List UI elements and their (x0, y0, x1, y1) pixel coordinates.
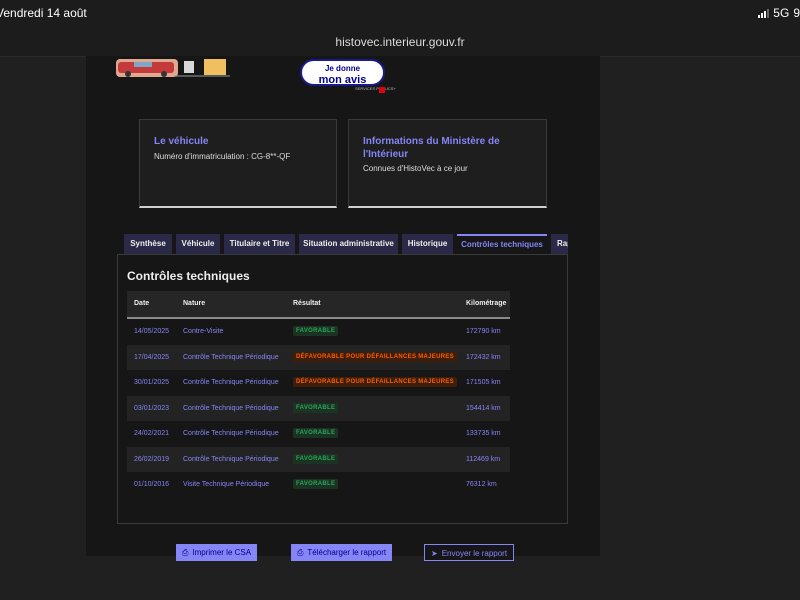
feedback-sublabel: SERVICES PUBLICS+ (355, 86, 396, 91)
result-badge: FAVORABLE (293, 402, 339, 413)
table-row: 01/10/2016 Visite Technique Périodique FAV… (127, 472, 510, 498)
tab-titulaire[interactable]: Titulaire et Titre (224, 234, 295, 254)
row-date: 24/02/2021 (134, 430, 170, 437)
status-time: Vendredi 14 août (0, 6, 87, 20)
print-button[interactable]: ⎙ Imprimer le CSA (176, 544, 258, 561)
row-nature: Contrôle Technique Périodique (183, 379, 279, 386)
send-icon: ➤ (431, 549, 438, 558)
row-nature: Contre-Visite (183, 328, 224, 335)
print-label: Imprimer le CSA (192, 548, 252, 557)
tab-historique[interactable]: Historique (402, 234, 453, 254)
status-bar: Vendredi 14 août 5G 9 (0, 0, 800, 26)
result-badge: FAVORABLE (293, 326, 339, 336)
vehicle-card: Le véhicule Numéro d'immatriculation : C… (139, 119, 337, 208)
address-bar[interactable]: histovec.interieur.gouv.fr (0, 26, 800, 57)
tab-rapport[interactable]: Rapport (551, 234, 568, 254)
table-header: Date Nature Résultat Kilométrage (127, 291, 510, 319)
table-row: 30/01/2025 Contrôle Technique Périodique D… (127, 370, 510, 396)
row-date: 03/01/2023 (134, 404, 170, 412)
table-row: 17/04/2025 Contrôle Technique Périodique D… (127, 344, 510, 370)
ministry-card-title: Informations du Ministère de l'Intérieur (363, 135, 500, 161)
row-nature: Contrôle Technique Périodique (183, 404, 279, 412)
row-mileage: 76312 km (466, 481, 497, 488)
tab-vehicule[interactable]: Véhicule (176, 234, 220, 254)
row-nature: Contrôle Technique Périodique (183, 455, 279, 463)
header-date: Date (134, 300, 150, 307)
table-row: 26/02/2019 Contrôle Technique Périodique F… (127, 446, 510, 472)
row-date: 14/05/2025 (134, 328, 170, 335)
tab-situation[interactable]: Situation administrative (299, 234, 398, 254)
tab-controles[interactable]: Contrôles techniques (457, 234, 547, 254)
header-result: Résultat (293, 300, 321, 307)
send-label: Envoyer le rapport (441, 549, 508, 558)
send-button[interactable]: ➤ Envoyer le rapport (424, 544, 515, 561)
printer-icon: ⎙ (182, 548, 189, 557)
feedback-line1: Je donne (324, 64, 361, 73)
feedback-line2: mon avis (318, 74, 367, 86)
download-button[interactable]: ⎙ Télécharger le rapport (291, 544, 393, 561)
row-date: 01/10/2016 (134, 481, 170, 488)
download-label: Télécharger le rapport (307, 548, 387, 557)
row-date: 17/04/2025 (134, 353, 170, 361)
row-nature: Contrôle Technique Périodique (183, 353, 279, 361)
ministry-card: Informations du Ministère de l'Intérieur… (348, 119, 547, 208)
result-badge: FAVORABLE (293, 428, 339, 438)
header-mileage: Kilométrage (466, 300, 507, 307)
network-label: 5G (773, 6, 790, 20)
row-mileage: 172432 km (466, 353, 501, 361)
ministry-card-text: Connues d'HistoVec à ce jour (363, 164, 468, 173)
row-date: 26/02/2019 (134, 455, 170, 463)
result-badge: FAVORABLE (293, 479, 339, 489)
table-row: 24/02/2021 Contrôle Technique Périodique F… (127, 421, 510, 447)
signal-icon (758, 8, 770, 18)
car-illustration (116, 59, 230, 77)
row-mileage: 112469 km (466, 455, 501, 463)
ministry-title-line2: l'Intérieur (363, 149, 409, 160)
status-right: 5G 9 (758, 6, 800, 20)
result-badge: DÉFAVORABLE POUR DÉFAILLANCES MAJEURES (293, 351, 457, 362)
url-text[interactable]: histovec.interieur.gouv.fr (0, 35, 800, 49)
ministry-title-line1: Informations du Ministère de (363, 136, 500, 147)
tab-synthese[interactable]: Synthèse (124, 234, 172, 254)
section-title: Contrôles techniques (127, 269, 250, 283)
header-nature: Nature (183, 300, 206, 307)
table-row: 14/05/2025 Contre-Visite FAVORABLE 172790 k… (127, 319, 510, 345)
feedback-button[interactable]: Je donne mon avis (300, 59, 385, 86)
row-mileage: 133735 km (466, 430, 501, 437)
result-badge: DÉFAVORABLE POUR DÉFAILLANCES MAJEURES (293, 377, 457, 387)
result-badge: FAVORABLE (293, 453, 339, 464)
row-mileage: 172790 km (466, 328, 501, 335)
row-date: 30/01/2025 (134, 379, 170, 386)
row-mileage: 171505 km (466, 379, 501, 386)
vehicle-plate: Numéro d'immatriculation : CG-8**-QF (154, 152, 291, 161)
vehicle-card-title: Le véhicule (154, 136, 209, 147)
row-mileage: 154414 km (466, 404, 501, 412)
table-body: 14/05/2025 Contre-Visite FAVORABLE 172790 k… (127, 319, 510, 498)
battery-label: 9 (793, 6, 800, 20)
download-icon: ⎙ (297, 548, 304, 557)
inspections-table: Date Nature Résultat Kilométrage 14/05/2… (127, 291, 510, 498)
row-nature: Visite Technique Périodique (183, 481, 270, 488)
table-row: 03/01/2023 Contrôle Technique Périodique F… (127, 395, 510, 421)
services-publics-logo (379, 87, 385, 93)
row-nature: Contrôle Technique Périodique (183, 430, 279, 437)
